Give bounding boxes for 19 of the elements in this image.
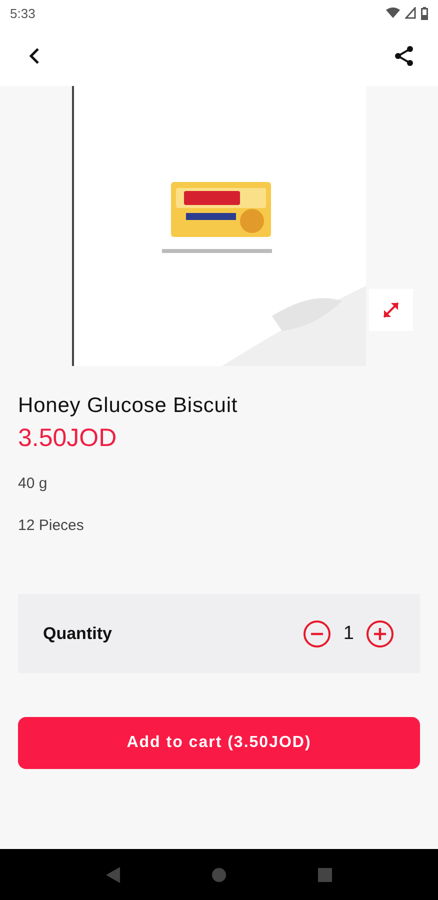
status-time: 5:33 [10,6,36,20]
plus-button[interactable] [366,620,394,648]
product-detail: 12 Pieces [18,517,85,534]
back-icon[interactable] [28,47,40,65]
minus-button[interactable] [303,620,332,648]
product-price: 3.50JOD [18,424,118,453]
back-nav-icon[interactable] [105,866,121,884]
share-icon[interactable] [394,45,414,67]
battery-icon [421,6,428,20]
add-to-cart-button[interactable]: Add to cart (3.50JOD) [18,717,420,769]
product-name: Honey Glucose Biscuit [18,394,239,418]
product-detail: 40 g [18,475,48,492]
signal-icon [405,7,416,19]
quantity-value: 1 [343,622,354,644]
expand-button[interactable] [369,289,413,331]
home-nav-icon[interactable] [211,866,227,882]
quantity-label: Quantity [43,624,112,644]
recents-nav-icon[interactable] [317,866,333,882]
wifi-icon [386,7,400,19]
